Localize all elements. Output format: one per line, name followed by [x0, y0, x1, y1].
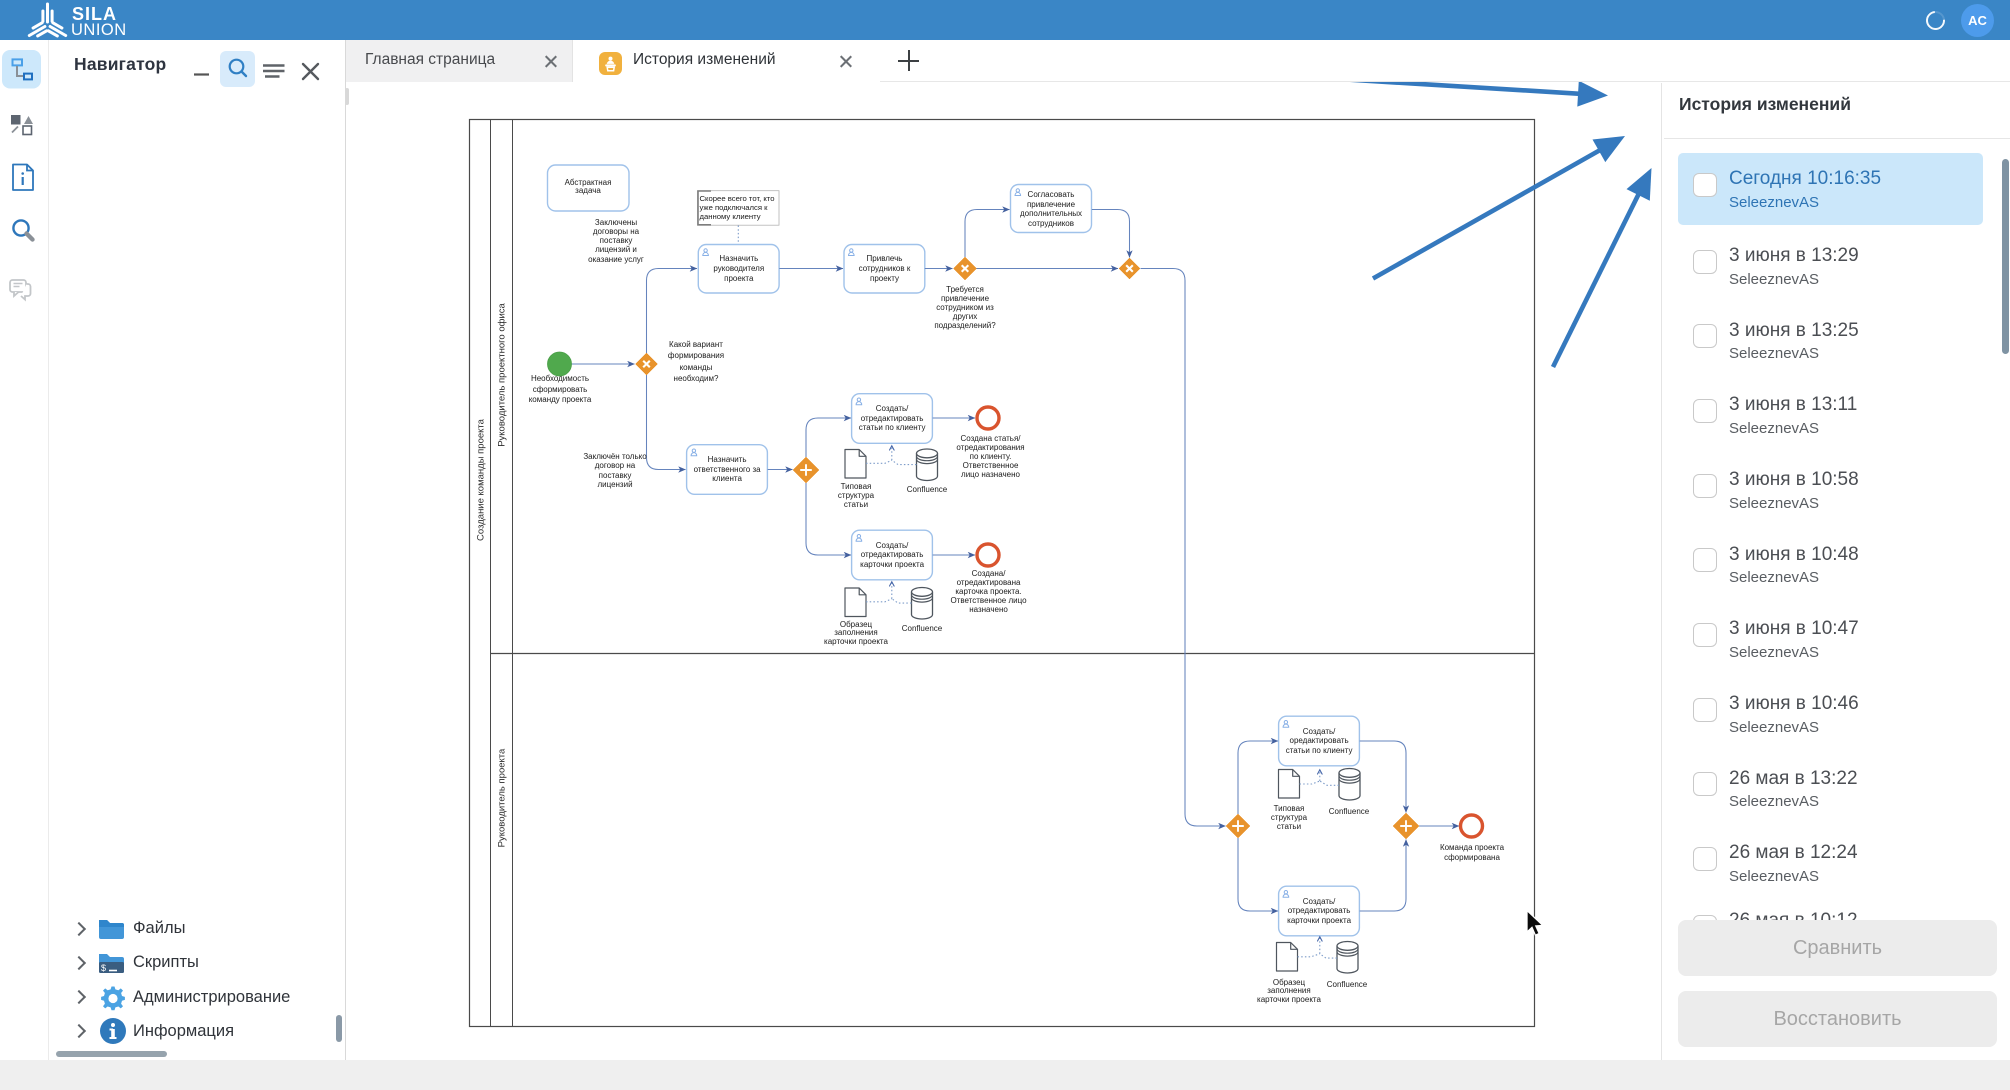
svg-text:$: $: [101, 963, 106, 973]
